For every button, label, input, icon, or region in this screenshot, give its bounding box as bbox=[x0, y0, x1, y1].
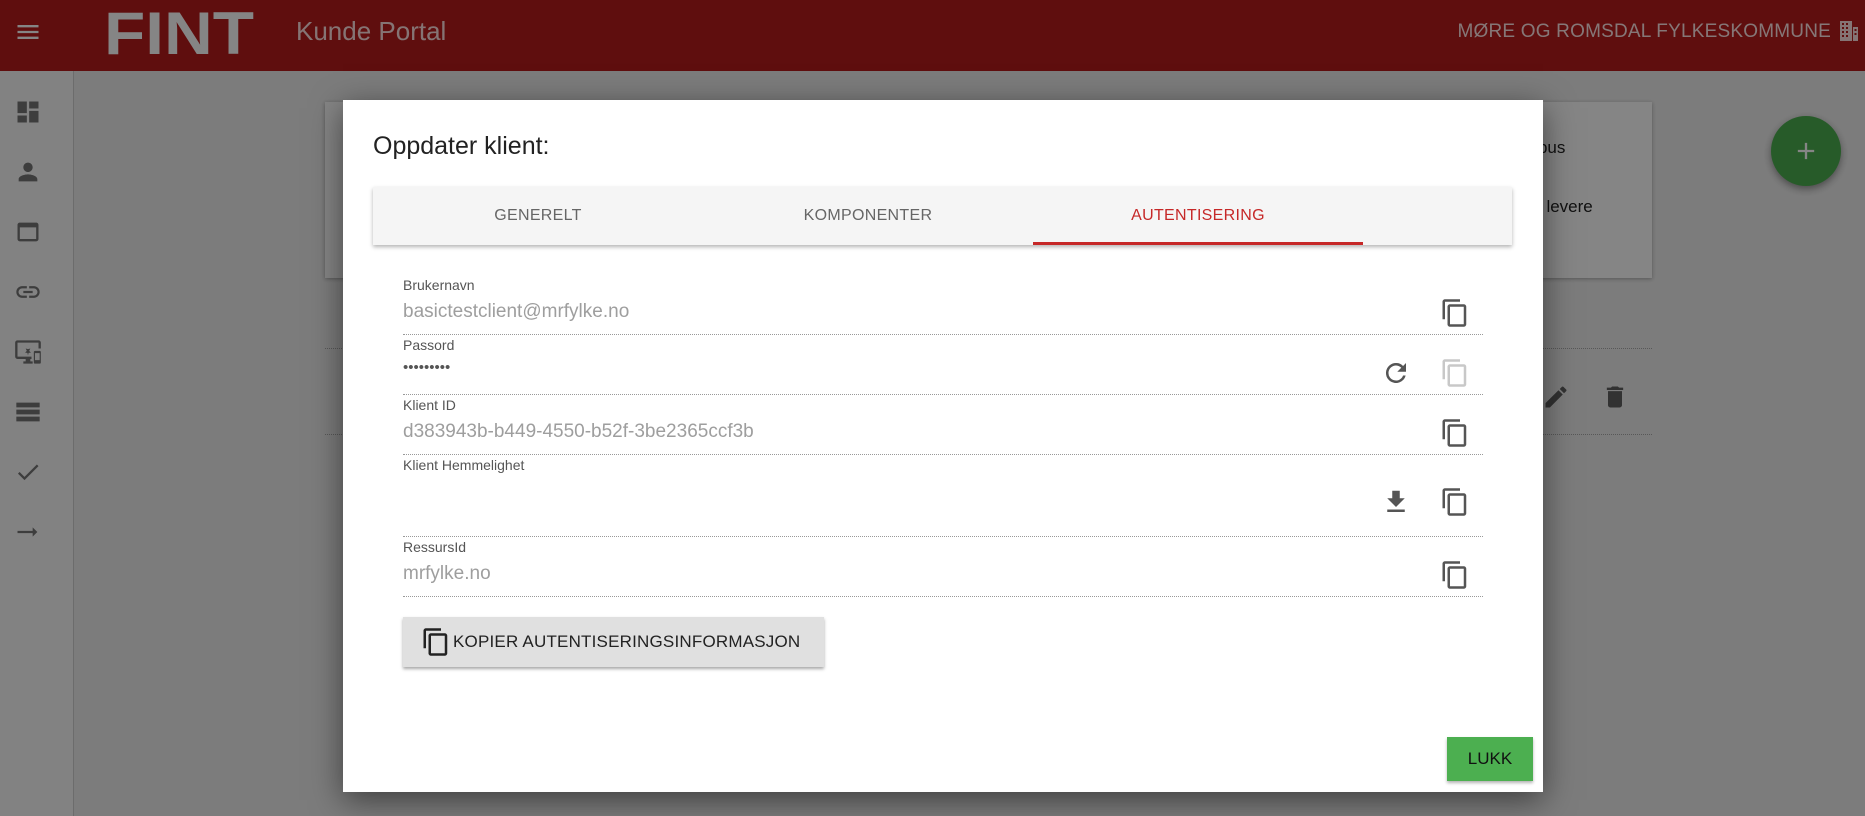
password-value[interactable]: ••••••••• bbox=[403, 359, 450, 376]
tab-autentisering[interactable]: AUTENTISERING bbox=[1033, 187, 1363, 245]
client-id-field[interactable]: Klient ID d383943b-b449-4550-b52f-3be236… bbox=[403, 397, 1483, 455]
copy-icon[interactable] bbox=[1440, 418, 1470, 448]
resource-id-field[interactable]: RessursId mrfylke.no bbox=[403, 539, 1483, 597]
download-icon[interactable] bbox=[1381, 487, 1411, 517]
copy-icon bbox=[421, 627, 451, 657]
active-tab-indicator bbox=[1033, 242, 1363, 245]
copy-auth-info-button[interactable]: KOPIER AUTENTISERINGSINFORMASJON bbox=[403, 617, 824, 667]
copy-icon[interactable] bbox=[1440, 358, 1470, 388]
tab-bar: GENERELT KOMPONENTER AUTENTISERING bbox=[373, 187, 1512, 245]
copy-auth-info-label: KOPIER AUTENTISERINGSINFORMASJON bbox=[453, 632, 801, 651]
update-client-dialog: Oppdater klient: GENERELT KOMPONENTER AU… bbox=[343, 100, 1543, 792]
dialog-title: Oppdater klient: bbox=[373, 132, 550, 160]
client-id-label: Klient ID bbox=[403, 397, 456, 413]
username-value[interactable]: basictestclient@mrfylke.no bbox=[403, 301, 629, 323]
copy-icon[interactable] bbox=[1440, 298, 1470, 328]
close-button[interactable]: LUKK bbox=[1447, 737, 1533, 781]
username-label: Brukernavn bbox=[403, 277, 475, 293]
tab-komponenter[interactable]: KOMPONENTER bbox=[703, 187, 1033, 245]
username-field[interactable]: Brukernavn basictestclient@mrfylke.no bbox=[403, 277, 1483, 335]
tab-generelt[interactable]: GENERELT bbox=[373, 187, 703, 245]
client-id-value[interactable]: d383943b-b449-4550-b52f-3be2365ccf3b bbox=[403, 421, 754, 443]
password-field[interactable]: Passord ••••••••• bbox=[403, 337, 1483, 395]
client-secret-label: Klient Hemmelighet bbox=[403, 457, 525, 473]
resource-id-label: RessursId bbox=[403, 539, 467, 555]
copy-icon[interactable] bbox=[1440, 487, 1470, 517]
refresh-icon[interactable] bbox=[1381, 358, 1411, 388]
password-label: Passord bbox=[403, 337, 455, 353]
copy-icon[interactable] bbox=[1440, 560, 1470, 590]
client-secret-field[interactable]: Klient Hemmelighet bbox=[403, 457, 1483, 537]
resource-id-value[interactable]: mrfylke.no bbox=[403, 563, 491, 585]
